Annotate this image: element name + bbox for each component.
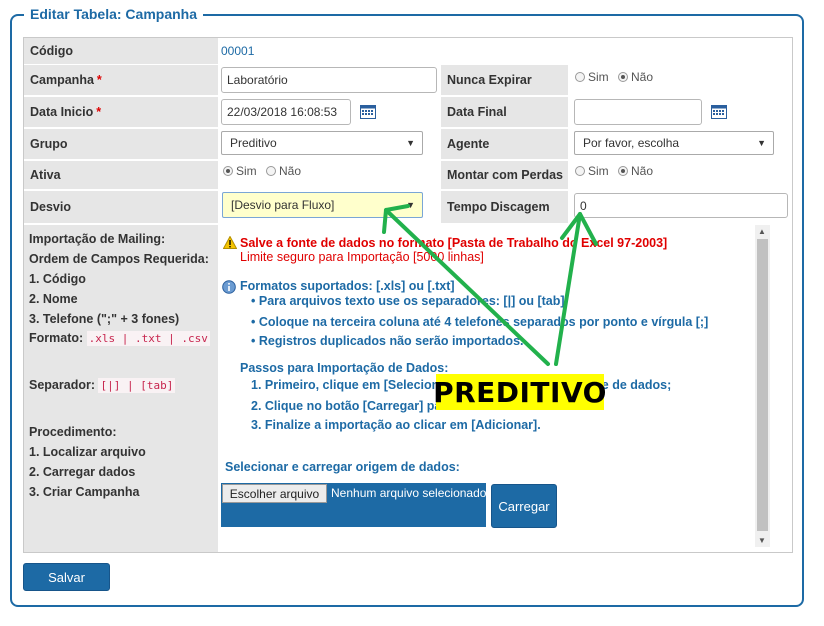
annotation-arrows xyxy=(382,204,598,366)
arrow-line-to-tempo xyxy=(554,212,582,366)
arrow-line-to-desvio xyxy=(384,208,550,366)
preditivo-annotation: PREDITIVO xyxy=(433,374,607,410)
